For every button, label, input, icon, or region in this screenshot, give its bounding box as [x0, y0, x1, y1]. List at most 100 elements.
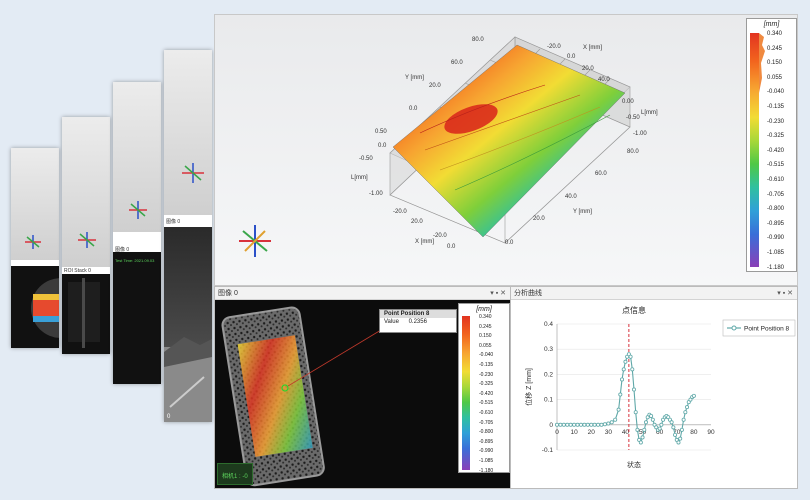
y-tick-label: 0: [549, 422, 553, 429]
data-point: [679, 427, 684, 432]
thumbnail-image: [62, 274, 110, 354]
data-point: [620, 377, 625, 382]
svg-text:Y [mm]: Y [mm]: [573, 209, 592, 215]
data-point: [657, 426, 662, 431]
svg-text:40.0: 40.0: [565, 194, 577, 200]
svg-text:0.0: 0.0: [505, 240, 514, 246]
data-point: [632, 387, 637, 392]
tooltip-title: Point Position 8: [380, 310, 456, 318]
colorbar-gradient: [462, 316, 470, 470]
data-point: [685, 405, 690, 410]
colorbar-unit: [mm]: [763, 21, 780, 28]
legend-label: Point Position 8: [744, 326, 790, 333]
data-point: [558, 422, 563, 427]
svg-text:0.0: 0.0: [409, 106, 418, 112]
data-point: [606, 421, 611, 426]
thumbnail-image: [11, 266, 59, 348]
image-pane-title: 图像 0: [218, 290, 238, 297]
thumbnail-status: Test Time: 2021.09.03: [115, 258, 155, 263]
y-tick-label: 0.3: [544, 346, 553, 353]
analysis-pane[interactable]: 分析曲线 ▾ ▪ ✕ 点信息 -0.1 0 0.1 0.2 0.3 0.4 0 10 20 30 40…: [510, 286, 798, 489]
data-point: [678, 436, 683, 441]
svg-text:-1.00: -1.00: [369, 191, 383, 197]
x-tick-label: 10: [570, 429, 578, 436]
svg-text:20.0: 20.0: [582, 66, 594, 72]
y-tick-label: -0.1: [542, 447, 554, 454]
x-tick-label: 90: [707, 429, 715, 436]
svg-text:60.0: 60.0: [595, 171, 607, 177]
orientation-axes-icon: [239, 225, 271, 257]
mini-axes-icon: [180, 162, 206, 184]
data-point: [681, 417, 686, 422]
data-point: [683, 410, 688, 415]
svg-text:80.0: 80.0: [627, 149, 639, 155]
analysis-pane-header: 分析曲线 ▾ ▪ ✕: [511, 287, 797, 300]
analysis-pane-title: 分析曲线: [514, 290, 542, 297]
image-status-bar: 相机1 : -0: [217, 463, 253, 485]
data-point: [643, 420, 648, 425]
data-point: [585, 422, 590, 427]
y-axis-label: 位移 Z [mm]: [524, 368, 533, 406]
thumbnail-card-3[interactable]: 图像 0 Test Time: 2021.09.03: [113, 82, 161, 384]
mini-axes-icon: [127, 200, 149, 220]
colorbar-ticks: 0.340 0.245 0.150 0.055 -0.040 -0.135 -0…: [767, 31, 785, 271]
data-point: [555, 422, 560, 427]
analysis-chart[interactable]: 点信息-0.100.10.20.30.40 10 20 30 40 50 60 70 80 90状…: [511, 300, 798, 489]
data-point: [633, 410, 638, 415]
svg-text:80.0: 80.0: [472, 37, 484, 43]
svg-text:-20.0: -20.0: [393, 209, 407, 215]
main-colorbar: [mm] 0.340 0.245 0.150 0.055 -0.040 -0.1…: [746, 18, 797, 272]
data-point: [623, 359, 628, 364]
data-point: [613, 417, 618, 422]
data-point: [640, 435, 645, 440]
data-point: [673, 432, 678, 437]
svg-text:0.0: 0.0: [567, 54, 576, 60]
thumbnail-card-2[interactable]: ROI Stack 0: [62, 117, 110, 354]
colorbar-ticks: 0.340 0.245 0.150 0.055 -0.040 -0.135 -0…: [479, 314, 494, 474]
data-point: [659, 422, 664, 427]
thumbnail-zero: 0: [167, 414, 171, 420]
mini-axes-icon: [76, 231, 98, 249]
image-pane[interactable]: 图像 0 ▾ ▪ ✕ Point Position 8 Value 0.2356…: [214, 286, 511, 489]
svg-text:0.0: 0.0: [447, 244, 456, 250]
colorbar-gradient: [750, 33, 759, 267]
thumbnail-image: Test Time: 2021.09.03: [113, 252, 161, 384]
point-tooltip: Point Position 8 Value 0.2356: [379, 309, 457, 333]
3d-surface-view[interactable]: -20.0 0.0 20.0 -20.0 0.0 20.0 40.0 80.0 …: [214, 14, 798, 286]
data-point: [630, 367, 635, 372]
colorbar-unit: [mm]: [476, 306, 492, 313]
x-tick-label: 80: [690, 429, 698, 436]
data-point: [649, 413, 654, 418]
x-axis-label: 状态: [627, 460, 641, 469]
chart-title: 点信息: [622, 305, 646, 315]
mini-axes-icon: [23, 234, 43, 250]
svg-text:L[mm]: L[mm]: [641, 110, 658, 116]
svg-text:-20.0: -20.0: [547, 44, 561, 50]
camera-status: 相机1 : -0: [222, 474, 248, 480]
svg-text:20.0: 20.0: [411, 219, 423, 225]
colorbar-histogram: [759, 33, 765, 113]
svg-text:-20.0: -20.0: [433, 233, 447, 239]
data-point: [628, 354, 633, 359]
x-tick-label: 40: [622, 429, 630, 436]
x-tick-label: 20: [588, 429, 596, 436]
y-tick-label: 0.4: [544, 321, 553, 328]
thumbnail-card-1[interactable]: [11, 148, 59, 348]
data-point: [616, 407, 621, 412]
data-point: [561, 422, 566, 427]
data-point: [599, 422, 604, 427]
data-point: [596, 422, 601, 427]
thumbnail-card-4[interactable]: 图像 0 0: [164, 50, 212, 422]
data-point: [578, 422, 583, 427]
svg-text:0.50: 0.50: [375, 129, 387, 135]
data-point: [642, 427, 647, 432]
data-point: [638, 440, 643, 445]
x-tick-label: 0: [555, 429, 559, 436]
data-point: [592, 422, 597, 427]
3d-surface-plot[interactable]: -20.0 0.0 20.0 -20.0 0.0 20.0 40.0 80.0 …: [215, 15, 799, 287]
svg-text:60.0: 60.0: [451, 60, 463, 66]
pane-window-buttons[interactable]: ▾ ▪ ✕: [777, 287, 793, 300]
pane-window-buttons[interactable]: ▾ ▪ ✕: [490, 287, 506, 300]
svg-text:-0.50: -0.50: [359, 156, 373, 162]
data-point: [635, 427, 640, 432]
